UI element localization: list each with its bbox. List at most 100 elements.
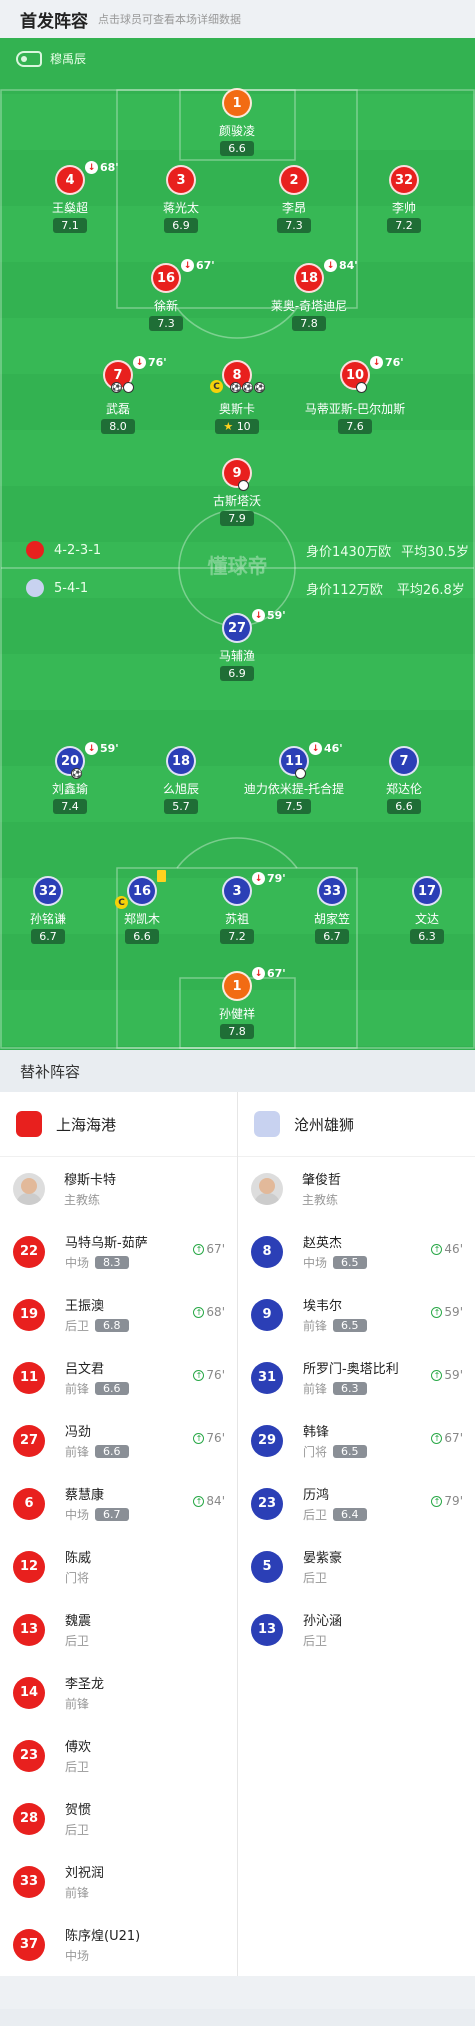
captain-icon: C (210, 380, 223, 393)
coach-avatar (251, 1172, 283, 1205)
player-rating: 8.0 (101, 419, 135, 434)
sub-row[interactable]: 19 王振澳 后卫 6.8 ↑ 68' (0, 1283, 237, 1346)
home-player-rw[interactable]: 10 ↓ 76' 马蒂亚斯-巴尔加斯 7.6 (290, 356, 420, 434)
sub-row[interactable]: 13 魏震 后卫 (0, 1598, 237, 1661)
sub-in-icon: ↑ (193, 1432, 205, 1444)
away-coach[interactable]: 肇俊哲 主教练 (238, 1157, 475, 1220)
sub-name: 赵英杰 (303, 1236, 343, 1251)
sub-name: 魏震 (65, 1614, 92, 1629)
away-player-cm1[interactable]: 18 么旭辰 5.7 (116, 746, 246, 814)
sub-position: 后卫 (65, 1319, 90, 1333)
player-name: 迪力依米提-托合提 (243, 782, 345, 796)
away-player-gk[interactable]: 1 ↓ 67' 孙健祥 7.8 (172, 967, 302, 1039)
sub-row[interactable]: 22 马特乌斯-茹萨 中场 8.3 ↑ 67' (0, 1220, 237, 1283)
goal-icon: ⚽ (111, 382, 122, 393)
sub-row[interactable]: 33 刘祝润 前锋 (0, 1850, 237, 1913)
away-team-header[interactable]: 沧州雄狮 (238, 1092, 475, 1157)
sub-row[interactable]: 37 陈序煌(U21) 中场 (0, 1913, 237, 1976)
sub-in-icon: ↑ (431, 1306, 443, 1318)
sub-row[interactable]: 13 孙沁涵 后卫 (238, 1598, 475, 1661)
sub-row[interactable]: 5 晏紫豪 后卫 (238, 1535, 475, 1598)
player-rating: 6.6 (125, 929, 159, 944)
player-rating: 7.5 (277, 799, 311, 814)
sub-row[interactable]: 23 傅欢 后卫 (0, 1724, 237, 1787)
away-player-rm[interactable]: 7 郑达伦 6.6 (339, 746, 469, 814)
bottom-spacer (0, 1976, 475, 2009)
goal-icons: ⚽ (71, 768, 83, 779)
sub-row[interactable]: 23 历鸿 后卫 6.4 ↑ 79' (238, 1472, 475, 1535)
sub-row[interactable]: 27 冯劲 前锋 6.6 ↑ 76' (0, 1409, 237, 1472)
sub-number: 37 (13, 1928, 45, 1961)
sub-position: 中场 (65, 1256, 90, 1270)
sub-row[interactable]: 11 吕文君 前锋 6.6 ↑ 76' (0, 1346, 237, 1409)
home-team-header[interactable]: 上海海港 (0, 1092, 237, 1157)
away-team-badge-icon (26, 579, 44, 597)
home-value-row: 身价1430万欧 平均30.5岁 (306, 541, 469, 560)
sub-position: 门将 (303, 1445, 328, 1459)
sub-row[interactable]: 6 蔡慧康 中场 6.7 ↑ 84' (0, 1472, 237, 1535)
sub-rating: 6.5 (333, 1319, 367, 1332)
referee-info: 穆禹辰 (16, 50, 86, 67)
sub-out-icon: ↓ 76' (370, 356, 404, 369)
home-player-lw[interactable]: 7 ↓ 76' ⚽ 武磊 8.0 (53, 356, 183, 434)
player-number: 27 ↓ 59' (222, 609, 286, 643)
player-rating: 6.6 (387, 799, 421, 814)
sub-row[interactable]: 12 陈威 门将 (0, 1535, 237, 1598)
sub-row[interactable]: 8 赵英杰 中场 6.5 ↑ 46' (238, 1220, 475, 1283)
home-coach[interactable]: 穆斯卡特 主教练 (0, 1157, 237, 1220)
sub-number: 14 (13, 1676, 45, 1709)
player-number: 3 (166, 165, 196, 195)
sub-out-icon: ↓ 67' (252, 967, 286, 980)
away-player-rwb[interactable]: 17 文达 6.3 (362, 876, 475, 944)
home-player-dm1[interactable]: 16 ↓ 67' 徐新 7.3 (101, 259, 231, 331)
goal-icon: ⚽ (242, 382, 253, 393)
sub-row[interactable]: 29 韩锋 门将 6.5 ↑ 67' (238, 1409, 475, 1472)
sub-position: 中场 (303, 1256, 328, 1270)
sub-row[interactable]: 9 埃韦尔 前锋 6.5 ↑ 59' (238, 1283, 475, 1346)
player-number: 17 (412, 876, 442, 906)
sub-out-icon: ↓ 68' (85, 161, 119, 174)
sub-number: 33 (13, 1865, 45, 1898)
sub-number: 8 (251, 1235, 283, 1268)
home-player-rb[interactable]: 32 李帅 7.2 (339, 165, 469, 233)
player-name: 李帅 (391, 201, 416, 215)
home-team-name: 上海海港 (56, 1115, 117, 1134)
coach-role: 主教练 (64, 1193, 101, 1207)
home-player-cb1[interactable]: 3 蒋光太 6.9 (116, 165, 246, 233)
player-rating: 7.3 (149, 316, 183, 331)
home-player-dm2[interactable]: 18 ↓ 84' 莱奥-奇塔迪尼 7.8 (244, 259, 374, 331)
home-player-st[interactable]: 9 古斯塔沃 7.9 (172, 458, 302, 526)
away-player-st[interactable]: 27 ↓ 59' 马辅渔 6.9 (172, 609, 302, 681)
sub-number: 5 (251, 1550, 283, 1583)
referee-name: 穆禹辰 (50, 52, 87, 66)
sub-in-icon: ↑ (193, 1306, 205, 1318)
sub-rating: 6.3 (333, 1382, 367, 1395)
goal-icon: ⚽ (254, 382, 265, 393)
player-number: 20 ↓ 59' ⚽ (55, 742, 119, 779)
sub-out-icon: ↓ 59' (85, 742, 119, 755)
sub-position: 后卫 (65, 1823, 90, 1837)
player-name: 孙健祥 (218, 1007, 255, 1021)
sub-in-icon: ↑ (431, 1243, 443, 1255)
home-player-am[interactable]: 8 C ⚽ ⚽ ⚽ 奥斯卡 ★ 10 (172, 360, 302, 434)
home-player-gk[interactable]: 1 颜骏凌 6.6 (172, 88, 302, 156)
player-number: 33 (317, 876, 347, 906)
player-name: 胡家笠 (313, 912, 350, 926)
sub-row[interactable]: 14 李圣龙 前锋 (0, 1661, 237, 1724)
sub-name: 蔡慧康 (65, 1488, 105, 1503)
sub-name: 埃韦尔 (303, 1299, 343, 1314)
star-icon: ★ (223, 420, 234, 433)
sub-in-icon: ↑ (193, 1495, 205, 1507)
coach-avatar (13, 1172, 45, 1205)
player-number: 16 C (115, 870, 166, 909)
away-subs-column: 沧州雄狮 肇俊哲 主教练 8 赵英杰 中场 6.5 ↑ 46' 9 埃韦尔 前锋 6.5 ↑ 59' … (238, 1092, 475, 1976)
player-rating: ★ 10 (215, 419, 259, 434)
assist-icons (238, 480, 250, 491)
player-number: 16 ↓ 67' (151, 259, 215, 293)
player-number: 11 ↓ 46' (279, 742, 343, 779)
sub-row[interactable]: 28 贺惯 后卫 (0, 1787, 237, 1850)
home-subs-column: 上海海港 穆斯卡特 主教练 22 马特乌斯-茹萨 中场 8.3 ↑ 67' 19 王振澳 后卫 6… (0, 1092, 238, 1976)
sub-row[interactable]: 31 所罗门-奥塔比利 前锋 6.3 ↑ 59' (238, 1346, 475, 1409)
sub-position: 中场 (65, 1508, 90, 1522)
sub-out-icon: ↓ 84' (324, 259, 358, 272)
